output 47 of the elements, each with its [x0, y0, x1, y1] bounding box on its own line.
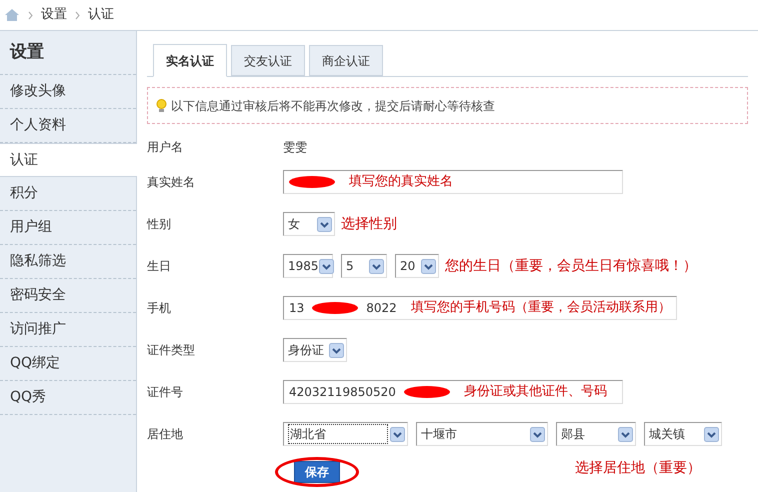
select-field[interactable]: 城关镇 — [644, 422, 722, 446]
select-field[interactable]: 十堰市 — [416, 422, 548, 446]
breadcrumb-link[interactable]: 认证 — [88, 5, 114, 25]
field-label: 手机 — [147, 300, 172, 317]
select-field[interactable]: 身份证 — [283, 338, 347, 362]
tab[interactable]: 商企认证 — [309, 45, 383, 76]
select-field[interactable]: 女 — [283, 212, 335, 236]
sidebar-item[interactable]: 密码安全 — [0, 279, 136, 313]
annotation-text: 您的生日（重要，会员生日有惊喜哦！） — [445, 256, 697, 276]
sidebar-item[interactable]: 隐私筛选 — [0, 245, 136, 279]
breadcrumb-link[interactable]: 设置 — [41, 5, 67, 25]
input-field[interactable]: 填写您的真实姓名 — [283, 170, 623, 194]
annotation-text: 填写您的真实姓名 — [349, 173, 453, 192]
annotation-text: 身份证或其他证件、号码 — [464, 383, 607, 402]
sidebar-item[interactable]: 用户组 — [0, 211, 136, 245]
username-text: 雯雯 — [283, 138, 307, 156]
sidebar-title: 设置 — [0, 31, 136, 75]
field-label: 证件号 — [147, 384, 184, 401]
annotation-text: 填写您的手机号码（重要，会员活动联系用） — [410, 299, 671, 318]
select-field[interactable]: 5 — [341, 254, 387, 278]
sidebar-item[interactable]: QQ秀 — [0, 381, 136, 415]
field-label: 居住地 — [147, 426, 184, 443]
select-field[interactable]: 湖北省 — [283, 422, 408, 446]
select-field[interactable]: 20 — [395, 254, 439, 278]
field-label: 性别 — [147, 216, 172, 233]
save-button[interactable]: 保存 — [294, 461, 340, 483]
sidebar-item[interactable]: 修改头像 — [0, 75, 136, 109]
notice-text: 以下信息通过审核后将不能再次修改，提交后请耐心等待核查 — [171, 98, 495, 114]
field-label: 用户名 — [147, 138, 184, 156]
tab[interactable]: 实名认证 — [153, 44, 227, 77]
input-field[interactable]: 42032119850520 身份证或其他证件、号码 — [283, 380, 623, 404]
annotation-text: 选择居住地（重要） — [575, 459, 701, 478]
select-field[interactable]: 郧县 — [556, 422, 636, 446]
chevron-icon — [75, 10, 80, 20]
sidebar-item[interactable]: 认证 — [0, 143, 137, 177]
input-field[interactable]: 13 8022 填写您的手机号码（重要，会员活动联系用） — [283, 296, 677, 320]
field-label: 证件类型 — [147, 342, 196, 359]
sidebar-item[interactable]: 积分 — [0, 177, 136, 211]
sidebar-item[interactable]: 访问推广 — [0, 313, 136, 347]
field-label: 生日 — [147, 258, 172, 275]
lightbulb-icon — [156, 98, 167, 112]
select-field[interactable]: 1985 — [283, 254, 333, 278]
sidebar-item[interactable]: QQ绑定 — [0, 347, 136, 381]
annotation-text: 选择性别 — [341, 214, 397, 234]
chevron-icon — [28, 10, 33, 20]
field-label: 真实姓名 — [147, 174, 196, 191]
tab[interactable]: 交友认证 — [231, 45, 305, 76]
